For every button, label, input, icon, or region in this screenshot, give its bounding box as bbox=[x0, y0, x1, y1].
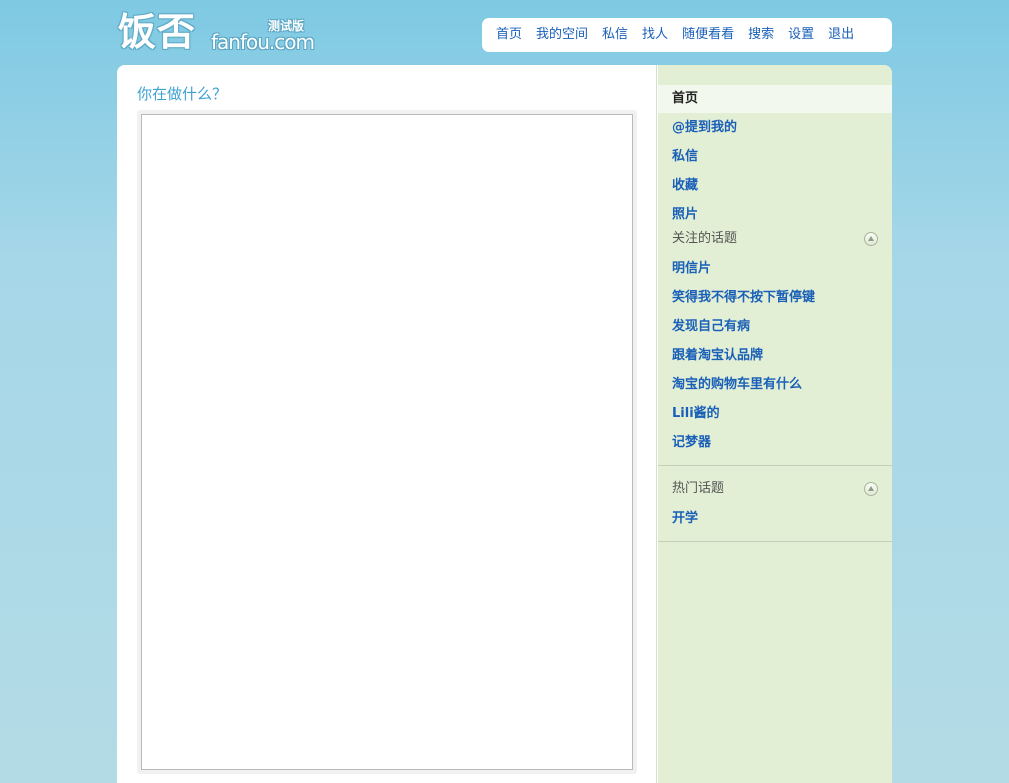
fanfou-logo[interactable]: 饭否 测试版 fanfou.com bbox=[118, 10, 315, 56]
nav-find-people[interactable]: 找人 bbox=[642, 18, 668, 52]
sidebar-menu: 首页 @提到我的 私信 收藏 照片 bbox=[658, 85, 892, 229]
main-column: 你在做什么？ bbox=[117, 65, 657, 783]
followed-topics-list: 明信片 笑得我不得不按下暂停键 发现自己有病 跟着淘宝认品牌 淘宝的购物车里有什… bbox=[658, 254, 892, 457]
nav-browse[interactable]: 随便看看 bbox=[682, 18, 734, 52]
hot-topic-item[interactable]: 开学 bbox=[658, 504, 892, 533]
sidebar-item-favorites[interactable]: 收藏 bbox=[658, 171, 892, 200]
status-textarea-frame bbox=[137, 110, 637, 774]
nav-home[interactable]: 首页 bbox=[496, 18, 522, 52]
logo-domain: fanfou.com bbox=[211, 30, 315, 54]
followed-topic-item[interactable]: Lili酱的 bbox=[658, 399, 892, 428]
sidebar-divider bbox=[658, 465, 892, 466]
status-prompt: 你在做什么？ bbox=[137, 85, 228, 103]
hot-topics-list: 开学 bbox=[658, 504, 892, 533]
followed-topic-item[interactable]: 淘宝的购物车里有什么 bbox=[658, 370, 892, 399]
hot-topics-header: 热门话题 bbox=[672, 480, 878, 498]
followed-topic-item[interactable]: 笑得我不得不按下暂停键 bbox=[658, 283, 892, 312]
followed-topic-item[interactable]: 明信片 bbox=[658, 254, 892, 283]
nav-settings[interactable]: 设置 bbox=[788, 18, 814, 52]
sidebar-divider bbox=[658, 541, 892, 542]
nav-search[interactable]: 搜索 bbox=[748, 18, 774, 52]
sidebar-item-messages[interactable]: 私信 bbox=[658, 142, 892, 171]
nav-logout[interactable]: 退出 bbox=[828, 18, 854, 52]
sidebar: 首页 @提到我的 私信 收藏 照片 关注的话题 明信片 笑得我不得不按下暂停键 … bbox=[658, 65, 892, 783]
followed-topic-item[interactable]: 发现自己有病 bbox=[658, 312, 892, 341]
hot-topics-title: 热门话题 bbox=[672, 481, 725, 496]
followed-topics-title: 关注的话题 bbox=[672, 231, 738, 246]
collapse-hot-topics-icon[interactable] bbox=[864, 482, 878, 496]
sidebar-item-home[interactable]: 首页 bbox=[658, 85, 892, 113]
logo-mark: 饭否 bbox=[118, 10, 197, 54]
followed-topics-header: 关注的话题 bbox=[672, 230, 878, 248]
nav-my-space[interactable]: 我的空间 bbox=[536, 18, 588, 52]
nav-messages[interactable]: 私信 bbox=[602, 18, 628, 52]
followed-topic-item[interactable]: 跟着淘宝认品牌 bbox=[658, 341, 892, 370]
top-nav: 首页 我的空间 私信 找人 随便看看 搜索 设置 退出 bbox=[482, 18, 892, 52]
status-textarea[interactable] bbox=[141, 114, 633, 770]
followed-topic-item[interactable]: 记梦器 bbox=[658, 428, 892, 457]
collapse-followed-topics-icon[interactable] bbox=[864, 232, 878, 246]
sidebar-item-mentions[interactable]: @提到我的 bbox=[658, 113, 892, 142]
content-container: 你在做什么？ 首页 @提到我的 私信 收藏 照片 关注的话题 明信片 笑得我不得… bbox=[117, 65, 892, 783]
sidebar-item-photos[interactable]: 照片 bbox=[658, 200, 892, 229]
